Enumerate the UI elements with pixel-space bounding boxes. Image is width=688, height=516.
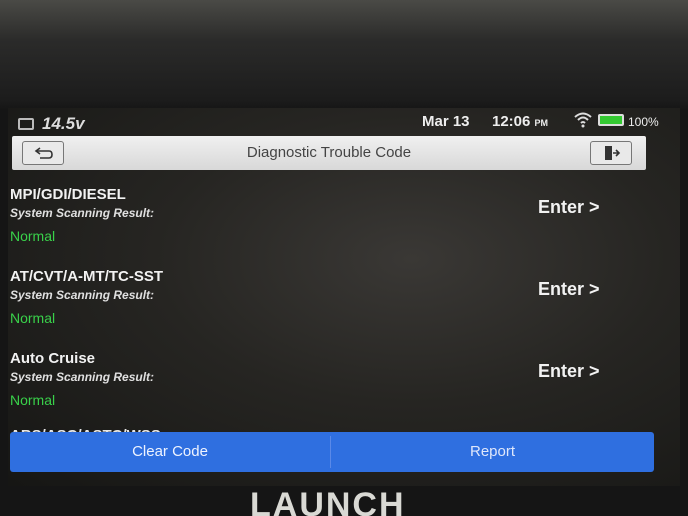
- brand-logo: LAUNCH: [250, 488, 406, 516]
- exit-button[interactable]: [590, 141, 632, 165]
- wifi-icon: [574, 112, 592, 128]
- report-button[interactable]: Report: [331, 432, 654, 472]
- battery-percent: 100%: [628, 115, 659, 129]
- system-row: MPI/GDI/DIESEL System Scanning Result: N…: [8, 172, 680, 254]
- system-status: Normal: [10, 228, 56, 244]
- time-suffix: PM: [534, 118, 549, 128]
- enter-button[interactable]: Enter >: [538, 197, 600, 218]
- system-row: AT/CVT/A-MT/TC-SST System Scanning Resul…: [8, 254, 680, 336]
- system-status: Normal: [10, 310, 56, 326]
- system-scan-label: System Scanning Result:: [10, 206, 155, 220]
- system-name: MPI/GDI/DIESEL: [10, 186, 126, 203]
- car-battery-icon: [18, 118, 34, 130]
- system-list: MPI/GDI/DIESEL System Scanning Result: N…: [8, 172, 680, 418]
- system-status: Normal: [10, 392, 56, 408]
- voltage-readout: 14.5v: [42, 114, 85, 133]
- status-date: Mar 13: [422, 113, 470, 130]
- system-row: Auto Cruise System Scanning Result: Norm…: [8, 336, 680, 418]
- exit-icon: [605, 146, 621, 160]
- enter-button[interactable]: Enter >: [538, 279, 600, 300]
- status-time: 12:06 PM: [492, 113, 549, 130]
- system-name: AT/CVT/A-MT/TC-SST: [10, 268, 164, 285]
- bottom-action-bar: Clear Code Report: [10, 432, 654, 472]
- screen: 14.5v Mar 13 12:06 PM 100% Diagnostic Tr…: [8, 108, 680, 486]
- system-name: Auto Cruise: [10, 350, 96, 367]
- enter-button[interactable]: Enter >: [538, 361, 600, 382]
- battery-icon: [598, 114, 624, 126]
- system-scan-label: System Scanning Result:: [10, 288, 155, 302]
- page-title: Diagnostic Trouble Code: [246, 144, 412, 161]
- system-scan-label: System Scanning Result:: [10, 370, 155, 384]
- clear-code-button[interactable]: Clear Code: [10, 432, 330, 472]
- status-bar: 14.5v Mar 13 12:06 PM 100%: [8, 108, 680, 138]
- title-bar: Diagnostic Trouble Code: [12, 136, 646, 170]
